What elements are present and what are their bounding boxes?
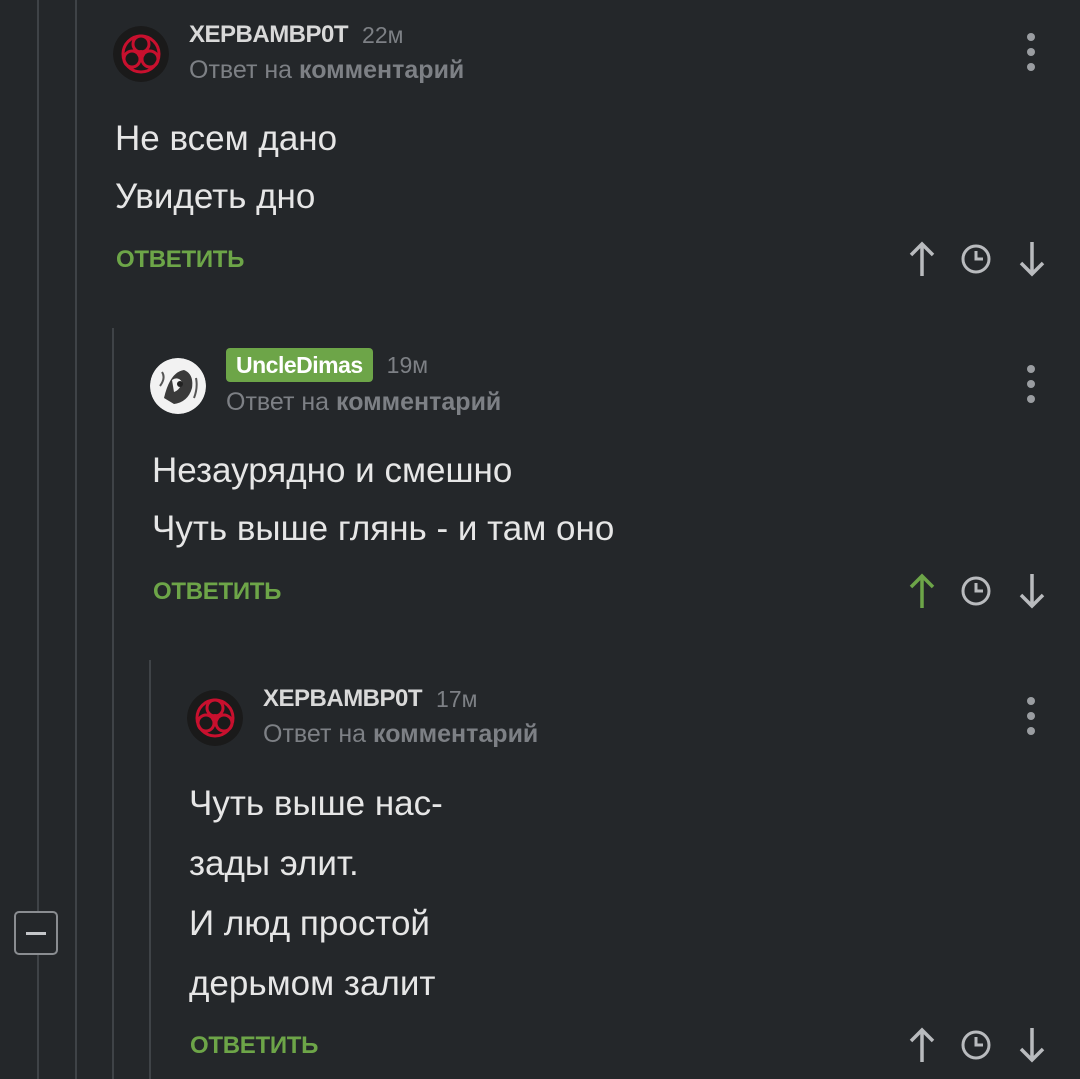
comments-thread: XEPBAMBP0T 22м Ответ на комментарий Не в… [0, 0, 1080, 1079]
collapse-thread-button[interactable] [14, 911, 58, 955]
avatar[interactable] [150, 358, 206, 414]
arrow-up-icon[interactable] [908, 240, 936, 278]
comment-time: 17м [436, 685, 478, 712]
comment-line: дерьмом залит [189, 964, 436, 1003]
arrow-down-icon[interactable] [1018, 572, 1046, 610]
parent-comment-link[interactable]: комментарий [299, 56, 464, 84]
comment-line: Чуть выше нас- [189, 784, 443, 823]
comment-body: Чуть выше нас- зады элит. И люд простой … [189, 774, 443, 1014]
username[interactable]: XEPBAMBP0T [263, 685, 423, 713]
comment-line: И люд простой [189, 904, 430, 943]
thread-line [37, 0, 39, 911]
biohazard-icon [187, 690, 243, 746]
reply-prefix: Ответ на [226, 388, 330, 416]
thread-line [149, 660, 151, 1079]
parent-comment-link[interactable]: комментарий [336, 388, 501, 416]
comment-time: 22м [362, 21, 404, 48]
avatar[interactable] [187, 690, 243, 746]
thread-line [112, 328, 114, 1079]
thread-line [75, 0, 77, 1079]
arrow-up-icon[interactable] [908, 1026, 936, 1064]
sketch-avatar-icon [150, 358, 206, 414]
comment-body: Не всем дано Увидеть дно [115, 110, 337, 226]
reply-button[interactable]: ОТВЕТИТЬ [153, 578, 281, 606]
comment-line: Незаурядно и смешно [152, 451, 513, 490]
reply-to-label: Ответ на комментарий [189, 56, 464, 85]
thread-line [37, 955, 39, 1079]
avatar[interactable] [113, 26, 169, 82]
more-vertical-icon[interactable] [1026, 364, 1036, 404]
comment-line: Чуть выше глянь - и там оно [152, 509, 615, 548]
reply-to-label: Ответ на комментарий [263, 720, 538, 749]
username[interactable]: XEPBAMBP0T [189, 21, 349, 49]
reply-button[interactable]: ОТВЕТИТЬ [116, 246, 244, 274]
comment-line: Не всем дано [115, 119, 338, 158]
biohazard-icon [113, 26, 169, 82]
clock-icon[interactable] [960, 1029, 992, 1061]
clock-icon[interactable] [960, 243, 992, 275]
reply-prefix: Ответ на [263, 720, 367, 748]
parent-comment-link[interactable]: комментарий [373, 720, 538, 748]
reply-button[interactable]: ОТВЕТИТЬ [190, 1032, 318, 1060]
arrow-down-icon[interactable] [1018, 240, 1046, 278]
reply-to-label: Ответ на комментарий [226, 388, 501, 417]
comment-body: Незаурядно и смешно Чуть выше глянь - и … [152, 442, 614, 558]
comment-line: зады элит. [189, 844, 359, 883]
more-vertical-icon[interactable] [1026, 32, 1036, 72]
arrow-down-icon[interactable] [1018, 1026, 1046, 1064]
arrow-up-icon[interactable] [908, 572, 936, 610]
clock-icon[interactable] [960, 575, 992, 607]
comment-line: Увидеть дно [115, 177, 316, 216]
reply-prefix: Ответ на [189, 56, 293, 84]
username-badge[interactable]: UncleDimas [226, 348, 373, 382]
more-vertical-icon[interactable] [1026, 696, 1036, 736]
comment-time: 19м [386, 351, 429, 378]
